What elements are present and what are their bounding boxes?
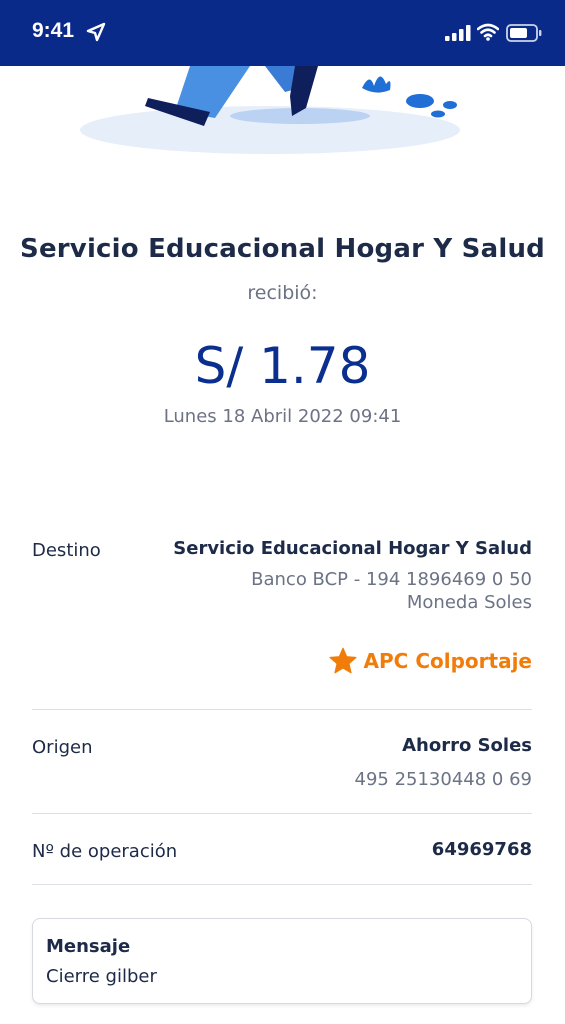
location-arrow-icon <box>86 22 106 42</box>
message-title: Mensaje <box>46 936 131 957</box>
origen-label: Origen <box>32 737 93 758</box>
operacion-number: 64969768 <box>431 839 532 860</box>
favorite-contact[interactable]: APC Colportaje <box>328 646 532 676</box>
divider <box>32 709 532 710</box>
status-bar: 9:41 <box>0 0 565 66</box>
origen-account-type: Ahorro Soles <box>402 735 532 756</box>
transaction-datetime: Lunes 18 Abril 2022 09:41 <box>163 406 402 427</box>
favorite-label: APC Colportaje <box>363 649 532 673</box>
cellular-signal-icon <box>445 25 471 41</box>
destino-name: Servicio Educacional Hogar Y Salud <box>173 538 532 559</box>
divider <box>32 884 532 885</box>
received-label: recibió: <box>247 282 318 304</box>
divider <box>32 813 532 814</box>
battery-icon <box>506 24 542 42</box>
destino-account: Banco BCP - 194 1896469 0 50 <box>251 569 532 590</box>
message-text: Cierre gilber <box>46 966 157 987</box>
recipient-name: Servicio Educacional Hogar Y Salud <box>20 234 545 264</box>
operacion-label: Nº de operación <box>32 841 178 862</box>
destino-label: Destino <box>32 540 101 561</box>
star-icon <box>329 647 357 674</box>
origen-account-number: 495 25130448 0 69 <box>354 769 533 790</box>
walking-person-illustration <box>80 66 460 154</box>
amount: S/ 1.78 <box>194 337 371 395</box>
destino-currency: Moneda Soles <box>406 592 532 613</box>
status-time: 9:41 <box>32 19 75 42</box>
wifi-icon <box>477 23 499 41</box>
message-card: Mensaje Cierre gilber <box>32 918 532 1004</box>
